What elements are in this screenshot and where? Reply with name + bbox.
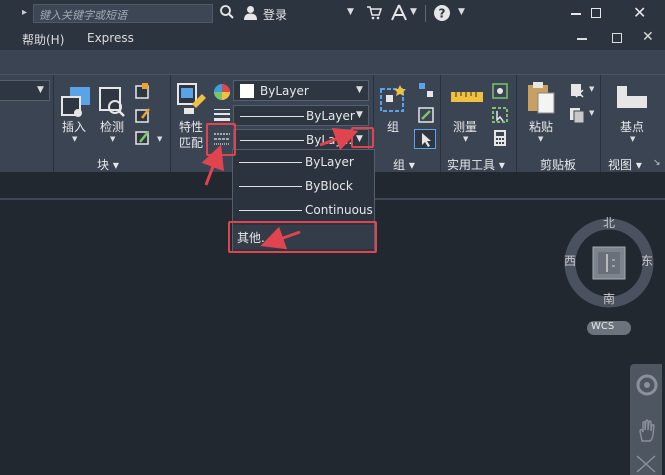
ungroup-icon[interactable] <box>417 81 435 103</box>
view-panel-label[interactable]: 视图 ▾ <box>608 156 642 173</box>
autodesk-a360-icon[interactable] <box>390 4 408 25</box>
steering-wheel-icon[interactable] <box>636 374 658 400</box>
user-icon[interactable] <box>243 5 258 24</box>
pan-hand-icon[interactable] <box>637 419 657 447</box>
title-bar: ▸ 键入关键字或短语 登录 ▼ ▼ ? ▼ ✕ <box>0 0 665 28</box>
chevron-down-icon: ▼ <box>356 85 363 95</box>
viewcube-north[interactable]: 北 <box>603 214 615 231</box>
search-placeholder: 键入关键字或短语 <box>39 9 127 22</box>
linetype-option-label: ByLayer <box>305 155 354 169</box>
linetype-option-label: Continuous <box>305 203 373 217</box>
menu-help[interactable]: 帮助(H) <box>22 31 64 48</box>
match-properties-icon[interactable] <box>176 82 208 120</box>
chevron-down-icon[interactable]: ▼ <box>72 135 77 143</box>
basepoint-label[interactable]: 基点 <box>620 118 644 135</box>
linetype-option-label: ByBlock <box>305 179 353 193</box>
panel-expand-icon[interactable]: ↘ <box>653 158 661 168</box>
match-properties-label-2[interactable]: 匹配 <box>179 134 203 151</box>
group-select-icon[interactable] <box>414 129 436 149</box>
match-properties-label-1[interactable]: 特性 <box>179 118 203 135</box>
autocad-window: ▸ 键入关键字或短语 登录 ▼ ▼ ? ▼ ✕ 帮助(H) Express ✕ … <box>0 0 665 475</box>
help-icon[interactable]: ? <box>433 4 451 26</box>
clipboard-panel-label[interactable]: 剪贴板 <box>540 156 576 173</box>
chevron-down-icon: ▼ <box>37 85 44 95</box>
chevron-down-icon[interactable]: ▼ <box>157 135 162 143</box>
group-icon[interactable] <box>378 83 410 119</box>
chevron-down-icon: ▼ <box>356 110 363 120</box>
color-wheel-icon[interactable] <box>213 83 231 105</box>
doc-minimize-icon[interactable] <box>577 38 587 40</box>
copy-icon[interactable] <box>568 106 586 128</box>
divider <box>425 5 426 22</box>
linetype-option-continuous[interactable]: Continuous <box>233 199 374 223</box>
minimize-icon[interactable] <box>571 13 581 15</box>
group-label[interactable]: 组 <box>387 118 399 135</box>
viewcube-west[interactable]: 西 <box>564 252 576 269</box>
linetype-option-byblock[interactable]: ByBlock <box>233 175 374 199</box>
svg-text:?: ? <box>439 7 446 21</box>
cut-icon[interactable] <box>568 82 586 104</box>
chevron-down-icon[interactable]: ▼ <box>347 7 354 17</box>
basepoint-icon[interactable] <box>615 84 649 114</box>
paste-label[interactable]: 粘贴 <box>529 118 553 135</box>
group-edit-icon[interactable] <box>417 106 435 128</box>
chevron-down-icon[interactable]: ▼ <box>463 135 468 143</box>
create-block-icon[interactable] <box>134 82 152 104</box>
chevron-down-icon[interactable]: ▼ <box>589 109 594 117</box>
chevron-down-icon[interactable]: ▼ <box>589 85 594 93</box>
viewcube-south[interactable]: 南 <box>603 290 615 307</box>
linetype-dropdown[interactable]: ByLay... ▼ <box>233 129 369 150</box>
search-input[interactable]: 键入关键字或短语 <box>33 4 213 23</box>
color-dropdown[interactable]: ByLayer ▼ <box>233 80 369 101</box>
select-all-icon[interactable] <box>491 106 509 128</box>
zoom-extents-icon[interactable] <box>635 454 657 475</box>
quick-select-icon[interactable] <box>491 82 509 104</box>
doc-restore-icon[interactable] <box>612 33 622 43</box>
calculator-icon[interactable] <box>491 129 509 151</box>
doc-close-icon[interactable]: ✕ <box>642 29 654 45</box>
lineweight-dropdown-value: ByLayer <box>306 109 355 123</box>
utilities-panel-label[interactable]: 实用工具 ▾ <box>447 156 505 173</box>
menu-bar: 帮助(H) Express ✕ <box>0 28 665 50</box>
paste-icon[interactable] <box>526 81 556 119</box>
linetype-option-bylayer[interactable]: ByLayer <box>233 151 374 175</box>
restore-icon[interactable] <box>591 8 601 18</box>
wcs-menu[interactable]: WCS <box>587 321 631 335</box>
search-icon[interactable] <box>219 4 235 24</box>
navigation-bar <box>630 364 662 475</box>
close-icon[interactable]: ✕ <box>633 3 646 22</box>
measure-label[interactable]: 测量 <box>453 118 477 135</box>
highlight-other-option <box>228 221 377 253</box>
highlight-linetype-icon <box>206 123 236 156</box>
chevron-down-icon[interactable]: ▼ <box>410 7 417 17</box>
block-panel-label[interactable]: 块 ▾ <box>97 156 119 173</box>
chevron-down-icon[interactable]: ▼ <box>630 135 635 143</box>
login-link[interactable]: 登录 <box>263 6 287 23</box>
highlight-dropdown-arrow <box>351 127 374 148</box>
color-dropdown-value: ByLayer <box>260 84 309 98</box>
linetype-dropdown-value: ByLay... <box>306 133 353 147</box>
caret-right-icon[interactable]: ▸ <box>22 7 27 18</box>
edit-block-icon[interactable] <box>134 106 152 128</box>
cart-icon[interactable] <box>366 5 383 24</box>
menu-express[interactable]: Express <box>87 31 134 45</box>
chevron-down-icon[interactable]: ▼ <box>110 135 115 143</box>
chevron-down-icon[interactable]: ▼ <box>458 7 465 17</box>
measure-icon[interactable] <box>450 89 484 108</box>
viewcube-east[interactable]: 东 <box>641 252 653 269</box>
layer-dropdown[interactable]: ▼ <box>0 80 50 101</box>
inspect-label[interactable]: 检测 <box>100 118 124 135</box>
lineweight-dropdown[interactable]: ByLayer ▼ <box>233 105 369 126</box>
ribbon-tab-strip <box>0 50 665 74</box>
group-panel-label[interactable]: 组 ▾ <box>393 156 415 173</box>
chevron-down-icon[interactable]: ▼ <box>538 135 543 143</box>
wcs-label: WCS <box>591 321 615 332</box>
insert-label[interactable]: 插入 <box>62 118 86 135</box>
color-swatch <box>240 84 254 98</box>
block-attribute-icon[interactable] <box>134 128 152 150</box>
